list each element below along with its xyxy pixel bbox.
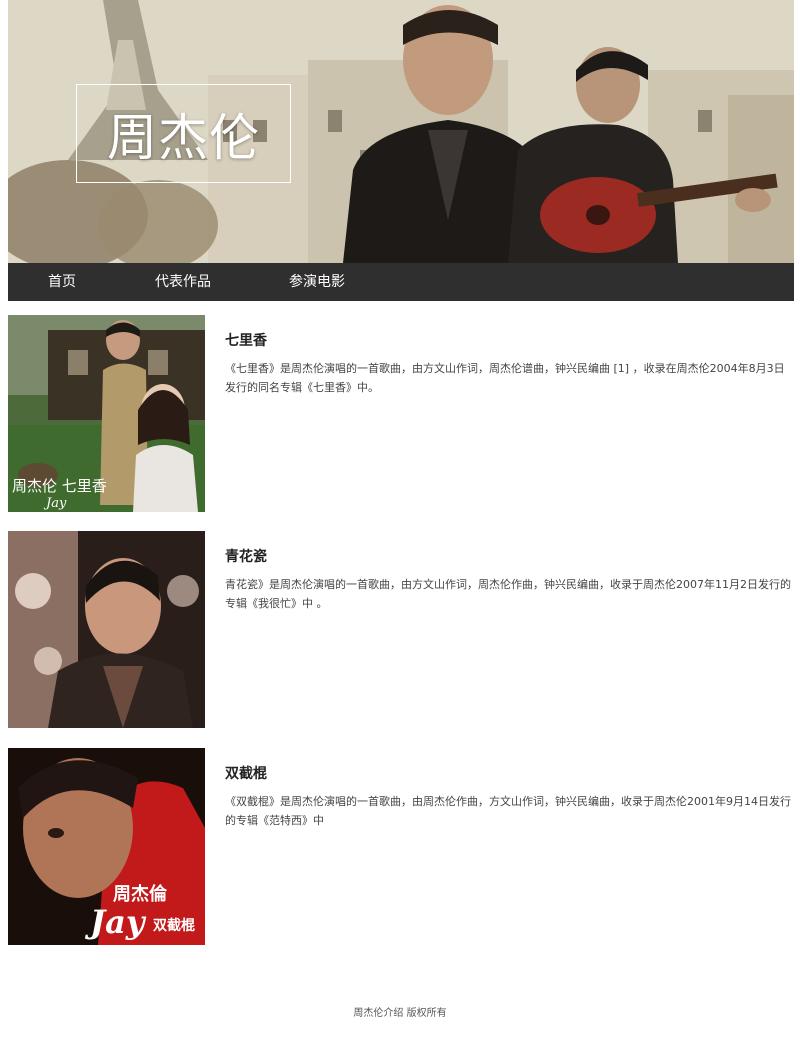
hero-banner: 周杰伦 xyxy=(8,0,794,263)
svg-text:Jay: Jay xyxy=(84,903,147,941)
nav-item-home[interactable]: 首页 xyxy=(48,263,76,301)
song-cover-text: 周杰倫 xyxy=(113,883,168,905)
song-title: 青花瓷 xyxy=(225,549,267,565)
song-title: 七里香 xyxy=(225,333,267,349)
song-cover-image[interactable] xyxy=(8,531,205,728)
footer-copyright: 周杰伦介绍 版权所有 xyxy=(353,1008,447,1019)
song-description: 《七里香》是周杰伦演唱的一首歌曲，由方文山作词，周杰伦谱曲，钟兴民编曲 [1] … xyxy=(225,362,785,394)
song-cover-text: 周杰伦 七里香 xyxy=(12,477,107,495)
nav-item-movies[interactable]: 参演电影 xyxy=(289,263,345,301)
svg-text:Jay: Jay xyxy=(43,496,67,511)
svg-text:双截棍: 双截棍 xyxy=(153,917,195,934)
song-title: 双截棍 xyxy=(225,766,267,782)
song-item: 周杰伦 七里香 Jay 七里香 《七里香》是周杰伦演唱的一首歌曲，由方文山作词，… xyxy=(8,315,794,512)
song-description: 青花瓷》是周杰伦演唱的一首歌曲，由方文山作词，周杰伦作曲，钟兴民编曲，收录于周杰… xyxy=(225,578,791,610)
song-item: 周杰倫 Jay 双截棍 双截棍 《双截棍》是周杰伦演唱的一首歌曲，由周杰伦作曲，… xyxy=(8,748,794,945)
song-description: 《双截棍》是周杰伦演唱的一首歌曲，由周杰伦作曲，方文山作词，钟兴民编曲，收录于周… xyxy=(225,795,791,827)
song-item: 青花瓷 青花瓷》是周杰伦演唱的一首歌曲，由方文山作词，周杰伦作曲，钟兴民编曲，收… xyxy=(8,531,794,728)
banner-title: 周杰伦 xyxy=(107,108,260,167)
song-cover-image[interactable]: 周杰伦 七里香 Jay xyxy=(8,315,205,512)
nav-item-works[interactable]: 代表作品 xyxy=(155,263,211,301)
song-cover-image[interactable]: 周杰倫 Jay 双截棍 xyxy=(8,748,205,945)
banner-title-frame: 周杰伦 xyxy=(76,84,291,183)
main-nav: 首页 代表作品 参演电影 xyxy=(8,263,794,301)
